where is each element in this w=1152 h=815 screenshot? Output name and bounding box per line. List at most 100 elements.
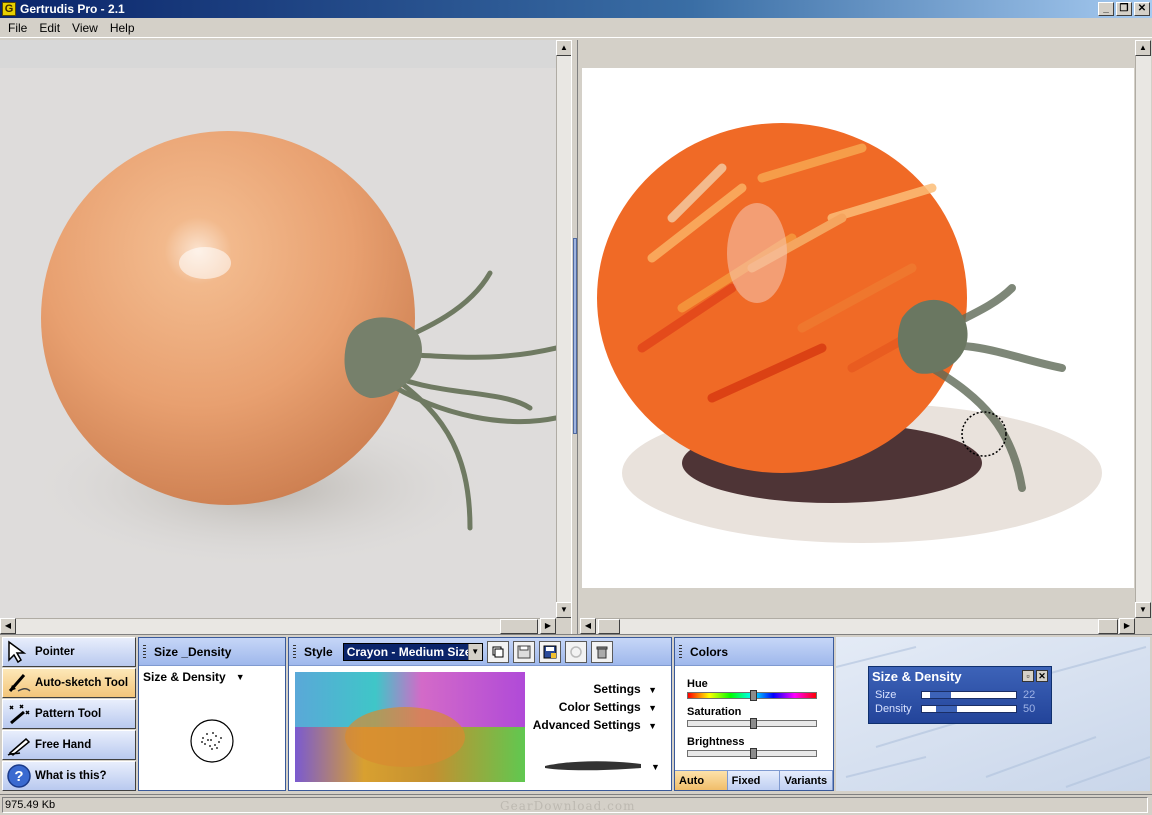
colors-header: Colors (675, 638, 833, 666)
app-icon[interactable]: G (2, 2, 16, 16)
menu-file[interactable]: File (2, 21, 33, 35)
title-bar: G Gertrudis Pro - 2.1 _ ❐ ✕ (0, 0, 1152, 18)
style-panel: Style Crayon - Medium Size ▼ Settings ▼ … (288, 637, 672, 791)
minimize-button[interactable]: _ (1098, 2, 1114, 16)
color-settings-label: Color Settings (558, 700, 641, 714)
tab-fixed[interactable]: Fixed (727, 771, 781, 790)
scroll-thumb[interactable] (500, 619, 538, 634)
tab-auto[interactable]: Auto (675, 771, 728, 790)
window-title: Gertrudis Pro - 2.1 (20, 2, 125, 16)
tool-label: What is this? (35, 770, 107, 782)
save-as-icon (543, 645, 557, 658)
tool-what-is-this[interactable]: ? What is this? (2, 761, 136, 791)
sketch-output-image[interactable] (582, 68, 1134, 588)
hue-slider[interactable] (687, 690, 817, 701)
scroll-thumb-end[interactable] (1098, 619, 1118, 634)
menu-view[interactable]: View (66, 21, 104, 35)
new-style-button[interactable] (486, 640, 509, 663)
size-density-dropdown-label: Size & Density (143, 670, 226, 684)
chevron-down-icon: ▼ (648, 703, 657, 713)
stroke-preview-icon (545, 761, 641, 771)
scroll-thumb[interactable] (598, 619, 620, 634)
tool-auto-sketch[interactable]: Auto-sketch Tool (2, 668, 136, 698)
source-vertical-scrollbar[interactable]: ▲ ▼ (556, 40, 572, 618)
density-slider[interactable] (921, 705, 1017, 713)
chevron-down-icon[interactable]: ▼ (651, 762, 660, 772)
size-label: Size (875, 689, 897, 701)
save-icon (517, 645, 531, 658)
colors-title: Colors (690, 644, 729, 659)
scroll-down-icon[interactable]: ▼ (556, 602, 572, 618)
saturation-slider[interactable] (687, 718, 817, 729)
floating-window-title: Size & Density (872, 668, 962, 684)
tool-list: Pointer Auto-sketch Tool Pattern Tool Fr… (2, 637, 136, 791)
grip-icon[interactable] (143, 644, 146, 659)
colors-panel: Colors Hue Saturation Brightness Auto Fi… (674, 637, 834, 791)
scroll-down-icon[interactable]: ▼ (1135, 602, 1151, 618)
style-select[interactable]: Crayon - Medium Size ▼ (342, 642, 483, 661)
settings-dropdown[interactable]: Settings ▼ (593, 682, 657, 696)
tool-label: Pointer (35, 646, 75, 658)
pen-icon (3, 731, 35, 759)
auto-sketch-icon (3, 669, 35, 697)
help-icon: ? (3, 762, 35, 790)
save-style-button[interactable] (512, 640, 535, 663)
delete-style-button[interactable] (590, 640, 613, 663)
tool-label: Pattern Tool (35, 708, 102, 720)
chevron-down-icon[interactable]: ▼ (236, 672, 245, 682)
size-density-title: Size _Density (154, 644, 232, 659)
size-density-floating-window[interactable]: Size & Density ▫ ✕ Size 22 Density 50 (868, 666, 1052, 724)
source-image-view[interactable] (0, 40, 556, 628)
refresh-icon (569, 645, 582, 658)
brightness-slider[interactable] (687, 748, 817, 759)
output-horizontal-scrollbar[interactable]: ◀ ▶ (580, 618, 1135, 634)
scroll-left-icon[interactable]: ◀ (580, 618, 596, 634)
size-density-dropdown[interactable]: Size & Density ▼ (139, 666, 285, 688)
menu-bar: File Edit View Help (0, 18, 1152, 38)
scroll-left-icon[interactable]: ◀ (0, 618, 16, 634)
chevron-down-icon: ▼ (648, 721, 657, 731)
splitter-handle[interactable] (573, 238, 577, 434)
app-window: G Gertrudis Pro - 2.1 _ ❐ ✕ File Edit Vi… (0, 0, 1152, 815)
close-icon[interactable]: ✕ (1036, 670, 1048, 682)
scroll-right-icon[interactable]: ▶ (1119, 618, 1135, 634)
scroll-right-icon[interactable]: ▶ (540, 618, 556, 634)
view-splitter[interactable] (571, 40, 578, 634)
trash-icon (596, 646, 608, 658)
advanced-settings-dropdown[interactable]: Advanced Settings ▼ (533, 718, 657, 732)
menu-help[interactable]: Help (104, 21, 141, 35)
saturation-slider-thumb[interactable] (750, 718, 757, 729)
hue-slider-thumb[interactable] (750, 690, 757, 701)
output-vertical-scrollbar[interactable]: ▲ ▼ (1135, 40, 1151, 618)
chevron-down-icon: ▼ (648, 685, 657, 695)
maximize-button[interactable]: ❐ (1116, 2, 1132, 16)
tool-free-hand[interactable]: Free Hand (2, 730, 136, 760)
advanced-settings-label: Advanced Settings (532, 718, 641, 732)
size-slider[interactable] (921, 691, 1017, 699)
restore-icon[interactable]: ▫ (1022, 670, 1034, 682)
settings-label: Settings (593, 682, 641, 696)
grip-icon[interactable] (679, 644, 682, 659)
source-horizontal-scrollbar[interactable]: ◀ ▶ (0, 618, 556, 634)
brush-preview-icon (190, 719, 234, 763)
brightness-slider-thumb[interactable] (750, 748, 757, 759)
scroll-up-icon[interactable]: ▲ (1135, 40, 1151, 56)
chevron-down-icon[interactable]: ▼ (467, 643, 482, 660)
source-image (0, 68, 556, 628)
grip-icon[interactable] (293, 644, 296, 659)
tool-pointer[interactable]: Pointer (2, 637, 136, 667)
tab-variants[interactable]: Variants (780, 771, 834, 790)
color-settings-dropdown[interactable]: Color Settings ▼ (559, 700, 657, 714)
size-density-panel: Size _Density Size & Density ▼ (138, 637, 286, 791)
density-value: 50 (1023, 703, 1036, 715)
scroll-up-icon[interactable]: ▲ (556, 40, 572, 56)
sketch-output-view[interactable] (578, 40, 1135, 618)
menu-edit[interactable]: Edit (33, 21, 66, 35)
style-select-value: Crayon - Medium Size (343, 643, 468, 660)
style-preview-swatch (295, 672, 525, 782)
floating-window-titlebar[interactable]: Size & Density ▫ ✕ (869, 667, 1051, 685)
tool-pattern[interactable]: Pattern Tool (2, 699, 136, 729)
close-button[interactable]: ✕ (1134, 2, 1150, 16)
style-header: Style Crayon - Medium Size ▼ (289, 638, 671, 666)
save-as-style-button[interactable] (538, 640, 561, 663)
